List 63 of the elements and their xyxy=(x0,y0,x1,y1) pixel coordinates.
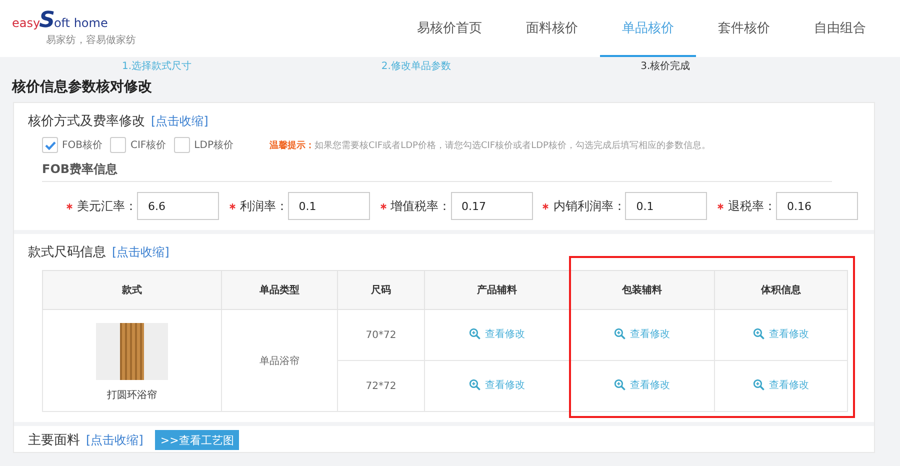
logo-text: oft home xyxy=(54,17,108,29)
table-cell: 70*72 xyxy=(338,310,424,360)
logo[interactable]: easySoft home 易家纺，容易做家纺 xyxy=(12,10,136,47)
hint-text: 温馨提示：如果您需要核CIF或者LDP价格，请您勾选CIF核价或者LDP核价，勾选完成后填写相应的参数信息。 xyxy=(269,139,710,152)
input-field[interactable]: 0.16 xyxy=(776,192,858,220)
column-header: 款式 xyxy=(42,270,222,310)
view-diagram-button[interactable]: >>查看工艺图 xyxy=(155,430,239,450)
view-edit-link[interactable]: 查看修改 xyxy=(753,327,809,341)
checkbox[interactable] xyxy=(110,137,126,153)
zoom-in-icon xyxy=(469,379,481,391)
zoom-in-icon xyxy=(614,328,626,340)
field-label: 内销利润率： xyxy=(553,198,626,214)
view-edit-link[interactable]: 查看修改 xyxy=(469,378,525,392)
column-header: 单品类型 xyxy=(222,270,338,310)
section-title: 主要面料 xyxy=(28,432,80,449)
checkbox-label: LDP核价 xyxy=(194,138,234,152)
step-label: 1.选择款式尺寸 xyxy=(122,60,193,72)
field-label: 美元汇率： xyxy=(77,198,137,214)
step-label: 2.修改单品参数 xyxy=(381,60,452,72)
logo-tagline: 易家纺，容易做家纺 xyxy=(46,34,136,47)
page-title: 核价信息参数核对修改 xyxy=(10,78,153,97)
zoom-in-icon xyxy=(753,328,765,340)
zoom-in-icon xyxy=(753,379,765,391)
style-name: 打圆环浴帘 xyxy=(106,388,158,402)
field-label: 利润率： xyxy=(240,198,288,214)
checkmark-icon xyxy=(44,140,56,150)
logo-mark: S xyxy=(39,10,55,32)
zoom-in-icon xyxy=(469,328,481,340)
column-header: 包装辅料 xyxy=(570,270,714,310)
view-edit-link[interactable]: 查看修改 xyxy=(614,378,670,392)
collapse-link[interactable]: [点击收缩] xyxy=(86,432,144,448)
input-field[interactable]: 0.1 xyxy=(288,192,370,220)
column-header: 尺码 xyxy=(338,270,424,310)
view-edit-link[interactable]: 查看修改 xyxy=(469,327,525,341)
checkbox-label: FOB核价 xyxy=(62,138,102,152)
photo-placeholder xyxy=(96,322,168,380)
checkbox[interactable] xyxy=(174,137,190,153)
view-edit-link[interactable]: 查看修改 xyxy=(614,327,670,341)
checkbox[interactable] xyxy=(42,137,58,153)
collapse-link[interactable]: [点击收缩] xyxy=(151,112,208,130)
nav-tab[interactable]: 套件核价 xyxy=(696,0,792,57)
input-field[interactable]: 0.1 xyxy=(625,192,708,220)
field-label: 增值税率： xyxy=(390,198,450,214)
collapse-link[interactable]: [点击收缩] xyxy=(112,244,170,260)
nav-tab[interactable]: 面料核价 xyxy=(504,0,600,57)
input-field[interactable]: 6.6 xyxy=(137,192,219,220)
logo-text: easy xyxy=(12,17,40,29)
column-header: 产品辅料 xyxy=(424,270,570,310)
view-edit-link[interactable]: 查看修改 xyxy=(753,378,809,392)
section-title: 款式尺码信息 xyxy=(28,244,106,261)
checkbox-label: CIF核价 xyxy=(130,138,166,152)
step-label: 3.核价完成 xyxy=(640,60,692,72)
nav-tab[interactable]: 单品核价 xyxy=(600,0,696,57)
field-label: 退税率： xyxy=(728,198,776,214)
subsection-title: FOB费率信息 xyxy=(42,161,832,182)
nav-tab[interactable]: 自由组合 xyxy=(792,0,888,57)
section-title: 核价方式及费率修改 xyxy=(28,113,145,130)
table-cell: 72*72 xyxy=(338,360,424,412)
input-field[interactable]: 0.17 xyxy=(450,192,532,220)
zoom-in-icon xyxy=(614,379,626,391)
nav-tab[interactable]: 易核价首页 xyxy=(395,0,504,57)
table-cell: 单品浴帘 xyxy=(222,310,338,412)
column-header: 体积信息 xyxy=(714,270,848,310)
